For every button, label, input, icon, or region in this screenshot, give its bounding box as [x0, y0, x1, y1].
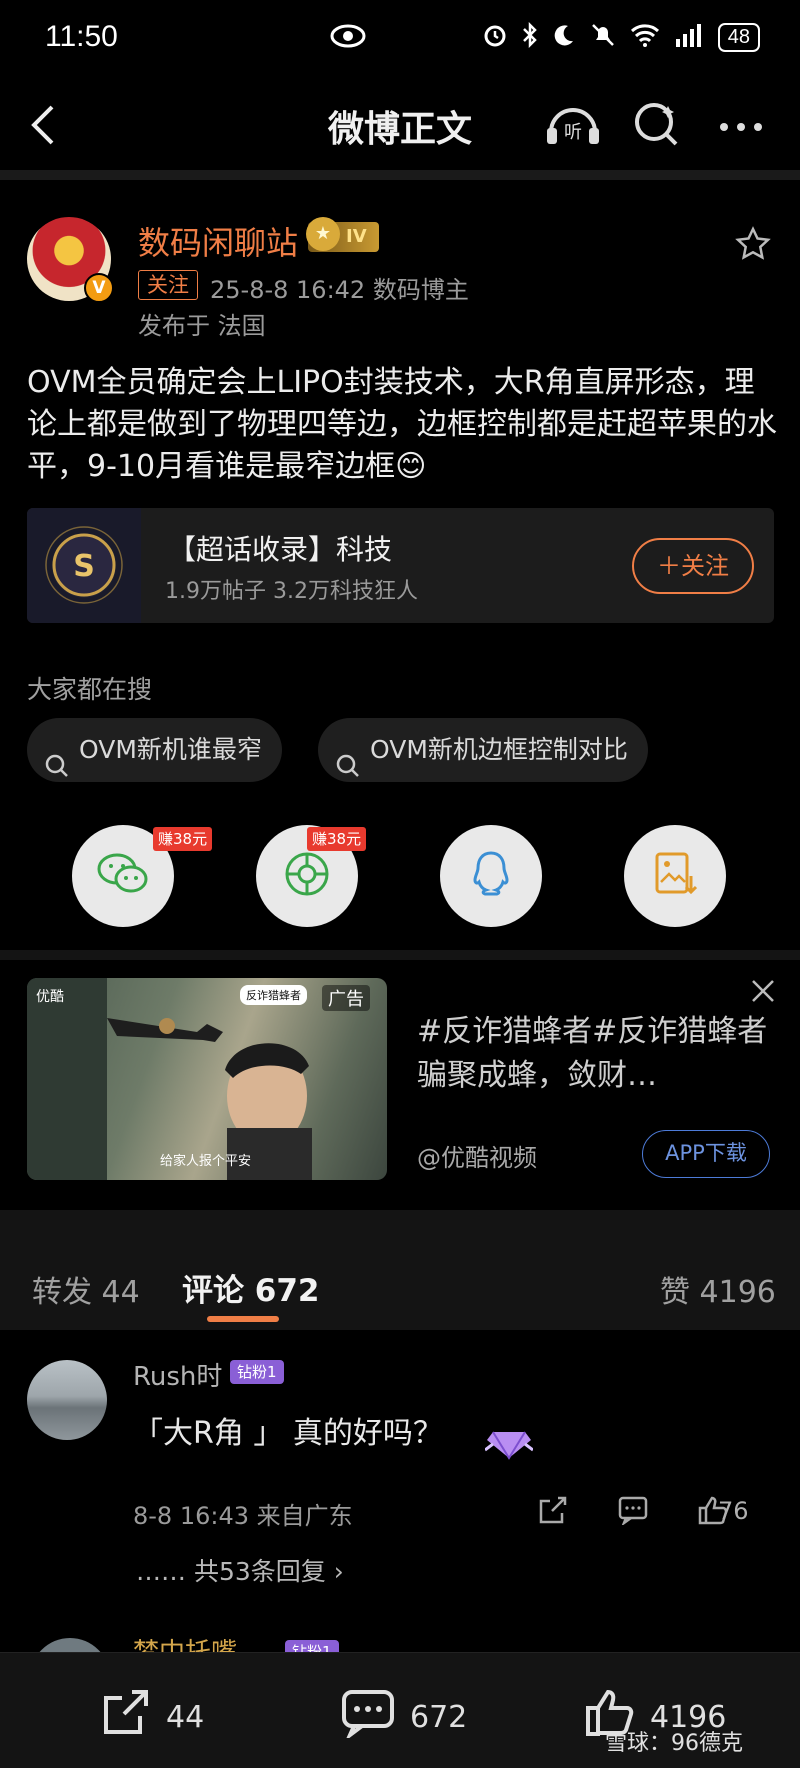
- tab-likes[interactable]: 赞 4196: [660, 1267, 776, 1311]
- search-chip[interactable]: OVM新机边框控制对比: [318, 718, 648, 782]
- moon-icon: [552, 23, 576, 51]
- qq-icon: [471, 850, 511, 902]
- reply-icon[interactable]: [618, 1495, 648, 1529]
- aperture-icon: [283, 850, 331, 902]
- tab-comments[interactable]: 评论 672: [182, 1265, 320, 1310]
- repost-count: 44: [166, 1699, 205, 1735]
- search-chip-label: OVM新机边框控制对比: [370, 735, 628, 764]
- repost-button[interactable]: 44: [100, 1688, 204, 1746]
- wechat-icon: [95, 851, 151, 901]
- comment-avatar[interactable]: [27, 1360, 107, 1440]
- crown-icon: ★: [306, 217, 340, 251]
- ad-source: @优酷视频: [417, 1144, 537, 1172]
- comment-meta: 8-8 16:43 来自广东: [133, 1502, 353, 1530]
- topic-follow-button[interactable]: ＋关注: [632, 538, 754, 594]
- listen-icon[interactable]: 听: [543, 98, 603, 152]
- close-icon[interactable]: [750, 978, 776, 1008]
- ad-title[interactable]: #反诈猎蜂者#反诈猎蜂者 骗聚成蜂，敛财…: [417, 1010, 777, 1098]
- post-meta: 25-8-8 16:42 数码博主: [210, 276, 469, 304]
- comment-icon: [340, 1688, 396, 1746]
- ad-search-tag: 反诈猎蜂者: [240, 985, 307, 1005]
- share-qq-button[interactable]: [440, 825, 542, 927]
- topic-thumbnail: S: [27, 508, 141, 623]
- earn-badge: 赚38元: [307, 827, 367, 851]
- divider: [0, 950, 800, 960]
- ad-caption: 给家人报个平安: [160, 1154, 252, 1169]
- tab-reposts[interactable]: 转发 44: [32, 1267, 140, 1311]
- mute-icon: [590, 22, 616, 52]
- divider: [0, 170, 800, 180]
- search-heading: 大家都在搜: [27, 675, 153, 704]
- comment-text: 「大R角 」 真的好吗？: [133, 1416, 443, 1451]
- comment-author[interactable]: Rush时: [133, 1356, 222, 1393]
- search-icon: [336, 738, 360, 802]
- battery-indicator: 48: [717, 22, 760, 52]
- alarm-icon: [482, 22, 508, 52]
- search-chip[interactable]: OVM新机谁最窄: [27, 718, 282, 782]
- ad-brand: 优酷: [36, 989, 64, 1005]
- earn-badge: 赚38元: [153, 827, 213, 851]
- status-time: 11:50: [45, 20, 118, 53]
- more-icon[interactable]: [718, 118, 764, 137]
- star-icon[interactable]: [735, 226, 771, 266]
- ad-download-button[interactable]: APP下载: [642, 1130, 770, 1178]
- author-name[interactable]: 数码闲聊站: [138, 218, 298, 264]
- topic-stats: 1.9万帖子 3.2万科技狂人: [165, 579, 418, 604]
- topic-title[interactable]: 【超话收录】科技: [168, 528, 392, 568]
- watermark: 雪球：96德克: [605, 1731, 743, 1756]
- share-icon[interactable]: [538, 1495, 568, 1529]
- comment-like-count: 76: [718, 1497, 749, 1525]
- image-download-icon: [653, 850, 698, 902]
- svg-text:听: 听: [564, 122, 582, 143]
- status-icons: 48: [482, 21, 760, 52]
- tab-indicator: [207, 1316, 279, 1322]
- comment-button[interactable]: 672: [340, 1688, 467, 1746]
- wifi-icon: [630, 23, 660, 51]
- search-icon: [45, 738, 69, 802]
- comment-replies-link[interactable]: …… 共53条回复 ›: [136, 1552, 344, 1588]
- signal-icon: [674, 23, 704, 51]
- diamond-icon: [484, 1420, 534, 1460]
- save-image-button[interactable]: [624, 825, 726, 927]
- search-chip-label: OVM新机谁最窄: [79, 735, 262, 764]
- divider: [0, 1210, 800, 1238]
- fan-badge: 钻粉1: [230, 1360, 284, 1384]
- topic-thumb-letter: S: [73, 549, 95, 584]
- repost-icon: [100, 1688, 152, 1746]
- comment-count: 672: [410, 1699, 468, 1735]
- ad-label: 广告: [322, 985, 370, 1011]
- follow-tag: 关注: [138, 270, 198, 300]
- post-text: OVM全员确定会上LIPO封装技术，大R角直屏形态，理论上都是做到了物理四等边，…: [27, 365, 777, 484]
- verified-badge: V: [84, 273, 114, 303]
- eye-icon: [330, 24, 366, 52]
- post-location: 发布于 法国: [138, 312, 266, 340]
- search-icon[interactable]: [632, 100, 682, 154]
- bluetooth-icon: [522, 21, 538, 52]
